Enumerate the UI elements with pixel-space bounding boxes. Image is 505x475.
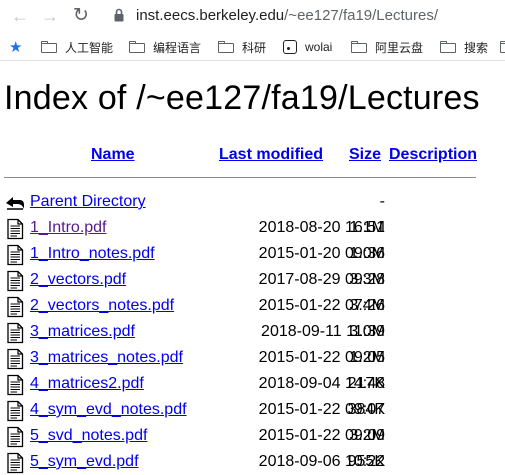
file-link[interactable]: 1_Intro.pdf xyxy=(30,219,107,236)
column-header-description: Description xyxy=(389,145,477,165)
file-row: 1_Intro.pdf 2018-08-20 16:51 1.1M xyxy=(0,215,505,241)
bookmark-star-icon[interactable]: ★ xyxy=(9,34,22,60)
back-folder-icon xyxy=(6,197,24,210)
file-size: 1.0M xyxy=(349,245,385,262)
bookmarks-bar: ★ 人工智能 编程语言 科研 wolai 阿里云盘 搜索 xyxy=(0,34,505,61)
page-title: Index of /~ee127/fa19/Lectures xyxy=(4,79,480,117)
file-link[interactable]: 2_vectors.pdf xyxy=(30,271,126,288)
column-header-size: Size xyxy=(349,145,381,165)
bookmark-research[interactable]: 科研 xyxy=(218,34,266,60)
file-size: - xyxy=(379,193,385,210)
file-row: 2_vectors_notes.pdf 2015-01-22 07:26 3.4M xyxy=(0,293,505,319)
document-icon xyxy=(7,244,24,266)
file-row: 4_sym_evd_notes.pdf 2015-01-22 09:07 384K xyxy=(0,397,505,423)
document-icon xyxy=(7,400,24,422)
folder-icon xyxy=(218,41,234,53)
file-link[interactable]: 1_Intro_notes.pdf xyxy=(30,245,155,262)
file-link[interactable]: 5_svd_notes.pdf xyxy=(30,427,147,444)
document-icon xyxy=(7,296,24,318)
folder-icon xyxy=(129,41,145,53)
bookmark-label: 人工智能 xyxy=(65,40,114,55)
file-size: 217K xyxy=(347,375,385,392)
address-bar-row: ← → ↻ inst.eecs.berkeley.edu/~ee127/fa19… xyxy=(0,0,505,32)
parent-directory-row: Parent Directory - xyxy=(0,189,505,215)
file-size: 1.2M xyxy=(349,349,385,366)
browser-chrome: ← → ↻ inst.eecs.berkeley.edu/~ee127/fa19… xyxy=(0,0,505,62)
file-link[interactable]: 4_matrices2.pdf xyxy=(30,375,144,392)
bookmark-ai[interactable]: 人工智能 xyxy=(41,34,113,60)
bookmark-overflow[interactable] xyxy=(500,34,505,60)
sort-by-name-link[interactable]: Name xyxy=(91,146,135,163)
file-row: 4_matrices2.pdf 2018-09-04 14:48 217K xyxy=(0,371,505,397)
file-link[interactable]: 2_vectors_notes.pdf xyxy=(30,297,174,314)
bookmark-programming[interactable]: 编程语言 xyxy=(129,34,201,60)
file-size: 3.2M xyxy=(349,427,385,444)
divider xyxy=(4,177,476,178)
file-row: 3_matrices_notes.pdf 2015-01-22 09:05 1.2M xyxy=(0,345,505,371)
url-path: /~ee127/fa19/Lectures/ xyxy=(284,7,439,24)
parent-directory-link[interactable]: Parent Directory xyxy=(30,193,146,210)
file-row: 2_vectors.pdf 2017-08-29 09:28 3.3M xyxy=(0,267,505,293)
file-row: 1_Intro_notes.pdf 2015-01-20 09:36 1.0M xyxy=(0,241,505,267)
url-field[interactable]: inst.eecs.berkeley.edu/~ee127/fa19/Lectu… xyxy=(136,6,438,26)
column-header-name: Name xyxy=(91,145,135,165)
back-arrow-icon[interactable]: ← xyxy=(10,6,30,26)
bookmark-label: 编程语言 xyxy=(153,40,202,55)
file-link[interactable]: 3_matrices_notes.pdf xyxy=(30,349,183,366)
bookmark-label: 搜索 xyxy=(464,40,489,55)
sort-by-description-link[interactable]: Description xyxy=(389,146,477,163)
bookmark-label: 科研 xyxy=(242,40,267,55)
file-row: 3_matrices.pdf 2018-09-11 11:39 3.0M xyxy=(0,319,505,345)
bookmark-wolai[interactable]: wolai xyxy=(283,34,332,60)
url-host: inst.eecs.berkeley.edu xyxy=(136,7,285,24)
file-link[interactable]: 3_matrices.pdf xyxy=(30,323,135,340)
file-size: 384K xyxy=(347,401,385,418)
document-icon xyxy=(7,218,24,240)
folder-icon xyxy=(500,41,505,53)
wolai-icon xyxy=(283,40,297,54)
file-row: 5_sym_evd.pdf 2018-09-06 10:22 955K xyxy=(0,449,505,475)
file-size: 3.0M xyxy=(349,323,385,340)
sort-by-modified-link[interactable]: Last modified xyxy=(219,146,323,163)
file-row: 5_svd_notes.pdf 2015-01-22 09:09 3.2M xyxy=(0,423,505,449)
file-size: 1.1M xyxy=(349,219,385,236)
document-icon xyxy=(7,270,24,292)
bookmark-search[interactable]: 搜索 xyxy=(440,34,488,60)
reload-icon[interactable]: ↻ xyxy=(71,6,91,26)
file-link[interactable]: 5_sym_evd.pdf xyxy=(30,453,139,470)
file-size: 3.3M xyxy=(349,271,385,288)
folder-icon xyxy=(440,41,456,53)
document-icon xyxy=(7,348,24,370)
folder-icon xyxy=(41,41,57,53)
bookmark-label: 阿里云盘 xyxy=(375,40,424,55)
folder-icon xyxy=(351,41,367,53)
file-link[interactable]: 4_sym_evd_notes.pdf xyxy=(30,401,187,418)
bookmark-label: wolai xyxy=(305,40,333,54)
sort-by-size-link[interactable]: Size xyxy=(349,146,381,163)
file-size: 3.4M xyxy=(349,297,385,314)
document-icon xyxy=(7,322,24,344)
bookmark-aliyun[interactable]: 阿里云盘 xyxy=(351,34,423,60)
document-icon xyxy=(7,374,24,396)
forward-arrow-icon[interactable]: → xyxy=(40,6,60,26)
column-header-modified: Last modified xyxy=(219,145,323,165)
document-icon xyxy=(7,426,24,448)
file-size: 955K xyxy=(347,453,385,470)
document-icon xyxy=(7,452,24,474)
lock-icon[interactable] xyxy=(114,8,124,22)
